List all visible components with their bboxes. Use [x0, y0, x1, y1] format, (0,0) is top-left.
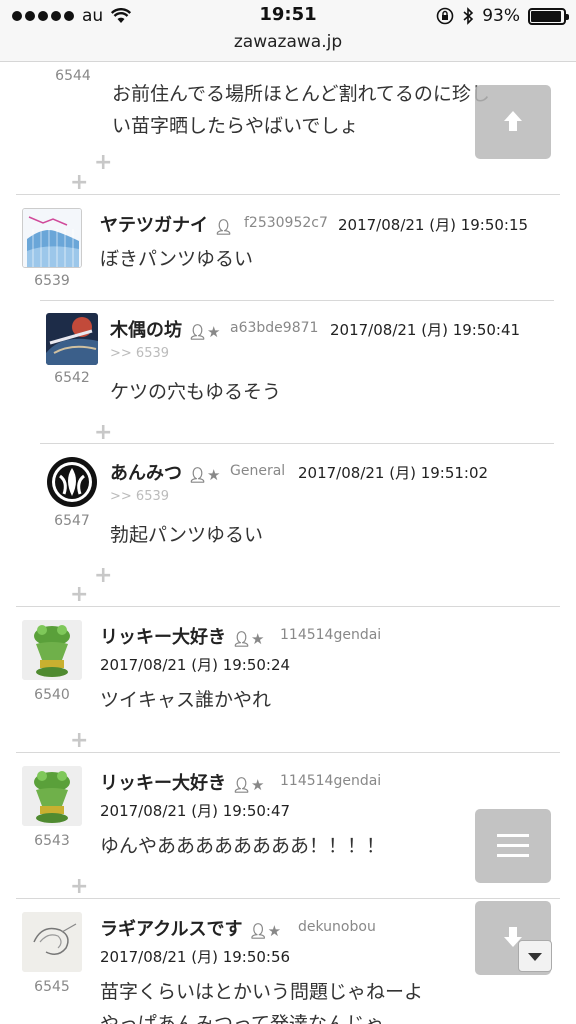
avatar[interactable] [46, 313, 98, 365]
post-number[interactable]: 6545 [22, 979, 82, 995]
arrow-up-icon [504, 111, 522, 131]
reply-plus-icon[interactable]: + [70, 172, 88, 194]
user-star-icon: 👤︎★ [232, 776, 265, 794]
post-body-line: 勃起パンツゆるい [110, 524, 263, 546]
divider [16, 606, 560, 607]
post-body-line: ツイキャス誰かやれ [100, 689, 272, 711]
divider [16, 752, 560, 753]
user-name[interactable]: リッキー大好き 👤︎★ [100, 623, 269, 649]
post-body: ゆんやああああああああ！！！！ [100, 830, 385, 862]
post-body-line: やっぱあんみつって発達なんじゃ [100, 1013, 385, 1024]
post-body-line: ケツの穴もゆるそう [110, 381, 282, 403]
battery-percent: 93% [482, 6, 520, 26]
avatar[interactable] [22, 620, 82, 680]
orientation-lock-icon [436, 7, 454, 25]
dropdown-toggle[interactable] [518, 940, 552, 972]
avatar-image-icon [46, 313, 98, 365]
user-star-icon: 👤︎★ [188, 323, 221, 341]
post-number[interactable]: 6540 [22, 687, 82, 703]
post-body: 勃起パンツゆるい [110, 519, 263, 551]
user-name-text: ヤテツガナイ [100, 215, 208, 236]
user-star-icon: 👤︎★ [248, 922, 282, 940]
frog-figure-icon [22, 620, 82, 680]
post-body: 苗字くらいはとかいう問題じゃねーよ やっぱあんみつって発達なんじゃ [100, 976, 423, 1024]
post-body: ぼきパンツゆるい [100, 243, 253, 275]
divider [40, 443, 554, 444]
post-date: 2017/08/21 (月) 19:50:56 [100, 948, 291, 966]
post-body-line: ぼきパンツゆるい [100, 248, 253, 270]
url-bar[interactable]: zawazawa.jp [0, 32, 576, 52]
reply-plus-icon[interactable]: + [70, 876, 88, 898]
user-id[interactable]: a63bde9871 [230, 320, 318, 336]
post-date: 2017/08/21 (月) 19:50:24 [100, 656, 291, 674]
post-date: 2017/08/21 (月) 19:50:15 [338, 216, 529, 234]
reply-anchor-link[interactable]: >> 6539 [110, 346, 169, 361]
user-name-text: あんみつ [110, 463, 182, 484]
user-name-text: 木偶の坊 [110, 320, 182, 341]
post-body-line: 苗字くらいはとかいう問題じゃねーよ [100, 981, 424, 1003]
user-star-icon: 👤︎★ [188, 466, 221, 484]
hamburger-icon [497, 834, 529, 857]
scroll-top-button[interactable] [475, 85, 551, 159]
frog-figure-icon [22, 766, 82, 826]
post-number[interactable]: 6539 [22, 273, 82, 289]
status-bar: au 19:51 93% zawazawa.jp [0, 0, 576, 62]
user-id[interactable]: dekunobou [298, 919, 376, 935]
user-id[interactable]: 114514gendai [280, 773, 381, 789]
user-star-icon: 👤︎★ [232, 630, 265, 648]
reply-plus-icon[interactable]: + [70, 730, 88, 752]
divider [40, 300, 554, 301]
post-date: 2017/08/21 (月) 19:50:41 [330, 321, 521, 339]
user-icon: 👤︎ [214, 218, 234, 236]
user-name-text: リッキー大好き [100, 773, 226, 794]
divider [16, 194, 560, 195]
post-body-line: ゆんやああああああああ！！！！ [100, 835, 386, 857]
post-body: ツイキャス誰かやれ [100, 684, 271, 716]
user-name[interactable]: リッキー大好き 👤︎★ [100, 769, 269, 795]
post-number[interactable]: 6543 [22, 833, 82, 849]
chevron-down-icon [528, 953, 542, 961]
reply-plus-icon[interactable]: + [94, 565, 112, 587]
post-number[interactable]: 6547 [46, 513, 98, 529]
reply-plus-icon[interactable]: + [94, 152, 112, 174]
family-crest-icon [47, 457, 97, 507]
post-date: 2017/08/21 (月) 19:51:02 [298, 464, 489, 482]
post-body-line: い苗字晒したらやばいでしょ [112, 115, 359, 137]
avatar[interactable] [22, 912, 82, 972]
post-date: 2017/08/21 (月) 19:50:47 [100, 802, 291, 820]
divider [16, 898, 560, 899]
reply-plus-icon[interactable]: + [94, 422, 112, 444]
reply-plus-icon[interactable]: + [70, 584, 88, 606]
user-id[interactable]: f2530952c7 [244, 215, 328, 231]
battery-icon [528, 7, 569, 25]
user-name-text: リッキー大好き [100, 627, 226, 648]
bluetooth-icon [463, 7, 474, 25]
avatar[interactable] [46, 456, 98, 508]
post-number[interactable]: 6542 [46, 370, 98, 386]
user-id[interactable]: 114514gendai [280, 627, 381, 643]
avatar[interactable] [22, 766, 82, 826]
avatar[interactable] [22, 208, 82, 268]
post-body-line: お前住んでる場所ほとんど割れてるのに珍し [112, 83, 490, 105]
post-body: ケツの穴もゆるそう [110, 376, 281, 408]
chart-thumbnail-icon [23, 209, 81, 267]
post-body: お前住んでる場所ほとんど割れてるのに珍し い苗字晒したらやばいでしょ [112, 78, 490, 142]
sketch-avatar-icon [22, 912, 82, 972]
menu-button[interactable] [475, 809, 551, 883]
user-name[interactable]: ラギアクルスです 👤︎★ [100, 915, 285, 941]
post-number[interactable]: 6544 [48, 68, 98, 84]
user-name[interactable]: ヤテツガナイ 👤︎ [100, 211, 237, 237]
user-name-text: ラギアクルスです [100, 919, 243, 940]
reply-anchor-link[interactable]: >> 6539 [110, 489, 169, 504]
user-name[interactable]: あんみつ 👤︎★ [110, 459, 225, 485]
user-name[interactable]: 木偶の坊 👤︎★ [110, 316, 225, 342]
user-id[interactable]: General [230, 463, 285, 479]
